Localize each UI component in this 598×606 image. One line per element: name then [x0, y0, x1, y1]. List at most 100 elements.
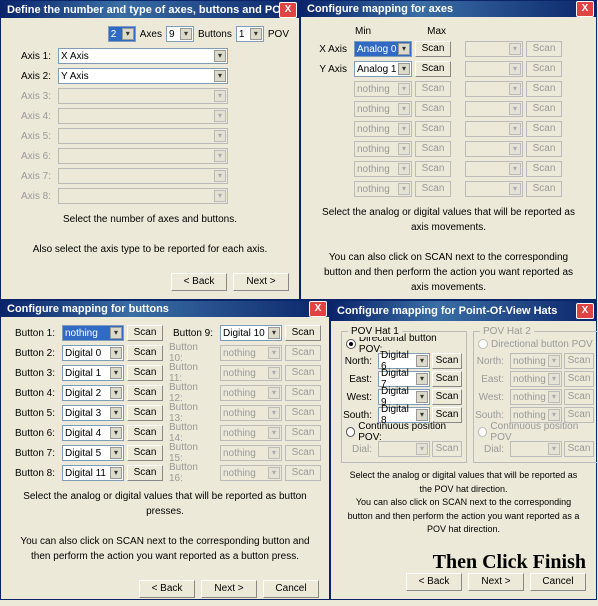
help-text: Select the number of axes and buttons. A… [11, 206, 289, 263]
direction-select[interactable]: Digital 7 [378, 371, 430, 387]
chevron-down-icon [214, 170, 226, 182]
titlebar[interactable]: Define the number and type of axes, butt… [1, 1, 299, 18]
chevron-down-icon [214, 110, 226, 122]
axes-count-select[interactable]: 2 [108, 26, 136, 42]
scan-button: Scan [415, 81, 451, 97]
chevron-down-icon [509, 143, 521, 155]
button-map-select[interactable]: Digital 4 [62, 425, 124, 441]
direction-select[interactable]: Digital 9 [378, 389, 430, 405]
next-button[interactable]: Next > [468, 573, 524, 591]
titlebar[interactable]: Configure mapping for axes X [301, 1, 596, 17]
scan-button: Scan [285, 405, 321, 421]
buttons-count-select[interactable]: 9 [166, 26, 194, 42]
next-button[interactable]: Next > [233, 273, 289, 291]
back-button[interactable]: < Back [139, 580, 195, 598]
min-select[interactable]: Analog 1 [354, 61, 412, 77]
button-label: Button 16: [169, 465, 217, 481]
min-select[interactable]: Analog 0 [354, 41, 412, 57]
scan-button[interactable]: Scan [432, 353, 462, 369]
button-map-select[interactable]: Digital 0 [62, 345, 124, 361]
button-map-select[interactable]: Digital 5 [62, 445, 124, 461]
group-title: POV Hat 1 [348, 326, 402, 337]
min-select: nothing [354, 161, 412, 177]
chevron-down-icon [416, 443, 428, 455]
chevron-down-icon [416, 373, 428, 385]
min-select: nothing [354, 141, 412, 157]
button-map-select[interactable]: Digital 10 [220, 325, 282, 341]
axes-buttons-dialog: Define the number and type of axes, butt… [0, 0, 300, 300]
direction-select[interactable]: Digital 8 [378, 407, 430, 423]
button-map-select[interactable]: Digital 3 [62, 405, 124, 421]
button-map-select[interactable]: Digital 2 [62, 385, 124, 401]
scan-button[interactable]: Scan [127, 405, 163, 421]
titlebar[interactable]: Configure mapping for buttons X [1, 301, 329, 317]
scan-button[interactable]: Scan [415, 61, 451, 77]
cancel-button[interactable]: Cancel [530, 573, 586, 591]
pov-count-select[interactable]: 1 [236, 26, 264, 42]
scan-button[interactable]: Scan [127, 445, 163, 461]
axis-type-select [58, 188, 228, 204]
chevron-down-icon [509, 83, 521, 95]
scan-button: Scan [526, 121, 562, 137]
scan-button: Scan [415, 121, 451, 137]
axis-label: Y Axis [311, 61, 351, 77]
cancel-button[interactable]: Cancel [263, 580, 319, 598]
scan-button[interactable]: Scan [127, 365, 163, 381]
close-icon[interactable]: X [576, 1, 594, 17]
scan-button: Scan [526, 101, 562, 117]
chevron-down-icon [214, 50, 226, 62]
axis-label: Axis 6: [11, 148, 55, 164]
scan-button[interactable]: Scan [285, 325, 321, 341]
axis-type-select[interactable]: Y Axis [58, 68, 228, 84]
chevron-down-icon [214, 150, 226, 162]
close-icon[interactable]: X [279, 2, 297, 18]
chevron-down-icon [110, 347, 122, 359]
close-icon[interactable]: X [576, 303, 594, 319]
axis-label: Axis 2: [11, 68, 55, 84]
scan-button[interactable]: Scan [432, 389, 462, 405]
dialog-title: Configure mapping for axes [307, 3, 576, 15]
axis-label [311, 81, 351, 97]
chevron-down-icon [268, 347, 280, 359]
scan-button[interactable]: Scan [127, 325, 163, 341]
scan-button[interactable]: Scan [415, 41, 451, 57]
buttons-label: Buttons [198, 29, 232, 40]
scan-button[interactable]: Scan [127, 425, 163, 441]
chevron-down-icon [214, 70, 226, 82]
titlebar[interactable]: Configure mapping for Point-Of-View Hats… [331, 301, 596, 321]
direction-label: West: [346, 389, 376, 405]
pov-hat-group: POV Hat 2 Directional button POV North: … [473, 331, 598, 463]
back-button[interactable]: < Back [171, 273, 227, 291]
chevron-down-icon [509, 163, 521, 175]
button-map-select[interactable]: Digital 1 [62, 365, 124, 381]
back-button[interactable]: < Back [406, 573, 462, 591]
scan-button[interactable]: Scan [127, 385, 163, 401]
scan-button: Scan [415, 181, 451, 197]
close-icon[interactable]: X [309, 301, 327, 317]
direction-label: East: [346, 371, 376, 387]
direction-select: nothing [510, 353, 562, 369]
scan-button: Scan [432, 441, 462, 457]
dialog-title: Configure mapping for Point-Of-View Hats [337, 305, 576, 317]
continuous-radio[interactable]: Continuous position POV: [346, 424, 462, 440]
button-map-select[interactable]: Digital 11 [62, 465, 124, 481]
direction-select[interactable]: Digital 6 [378, 353, 430, 369]
scan-button[interactable]: Scan [432, 371, 462, 387]
button-label: Button 8: [11, 465, 59, 481]
max-select [465, 181, 523, 197]
chevron-down-icon [416, 409, 428, 421]
chevron-down-icon [268, 427, 280, 439]
max-select [465, 41, 523, 57]
scan-button[interactable]: Scan [127, 345, 163, 361]
next-button[interactable]: Next > [201, 580, 257, 598]
button-label: Button 7: [11, 445, 59, 461]
scan-button: Scan [285, 385, 321, 401]
scan-button[interactable]: Scan [127, 465, 163, 481]
chevron-down-icon [548, 355, 560, 367]
button-label: Button 10: [169, 345, 217, 361]
button-map-select[interactable]: nothing [62, 325, 124, 341]
axes-label: Axes [140, 29, 162, 40]
chevron-down-icon [268, 327, 280, 339]
pov-label: POV [268, 29, 289, 40]
axis-type-select[interactable]: X Axis [58, 48, 228, 64]
